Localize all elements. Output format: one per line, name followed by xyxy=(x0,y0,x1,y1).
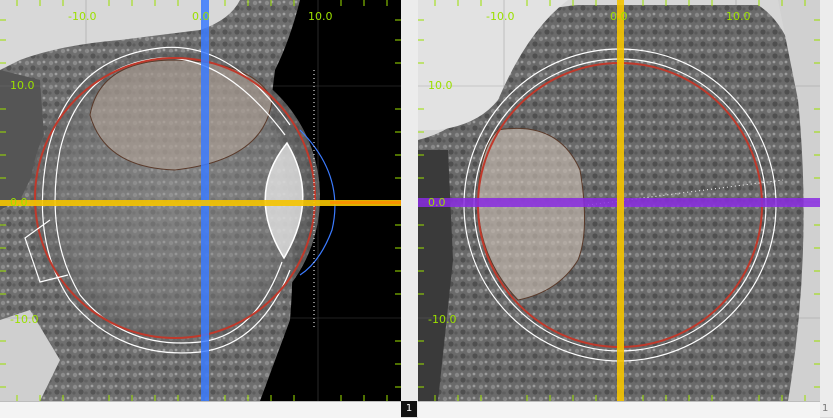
viewport-divider[interactable] xyxy=(401,0,418,417)
y-tick-label: 10.0 xyxy=(10,79,35,92)
y-tick-label: -10.0 xyxy=(428,313,457,326)
x-tick-label: -10.0 xyxy=(68,10,97,23)
viewport-index-right[interactable]: 1 xyxy=(822,403,828,414)
x-tick-label: 0.0 xyxy=(610,10,628,23)
left-image-canvas[interactable] xyxy=(0,0,401,401)
right-image-canvas[interactable] xyxy=(418,0,820,401)
y-tick-label: -10.0 xyxy=(10,313,39,326)
left-status-strip xyxy=(0,401,401,418)
y-tick-label: 0.0 xyxy=(428,196,446,209)
crosshair-vertical-icon xyxy=(617,0,624,401)
viewport-index-left[interactable]: 1 xyxy=(401,401,417,417)
x-tick-label: 10.0 xyxy=(308,10,333,23)
right-scrollbar[interactable] xyxy=(820,0,833,417)
x-tick-label: 0.0 xyxy=(192,10,210,23)
viewport-right[interactable]: -10.0 0.0 10.0 10.0 0.0 -10.0 xyxy=(418,0,820,401)
x-tick-label: -10.0 xyxy=(486,10,515,23)
y-tick-label: 10.0 xyxy=(428,79,453,92)
x-tick-label: 10.0 xyxy=(726,10,751,23)
viewport-left[interactable]: -10.0 0.0 10.0 10.0 0.0 -10.0 xyxy=(0,0,401,401)
right-status-strip xyxy=(418,401,820,418)
y-tick-label: 0.0 xyxy=(10,196,28,209)
